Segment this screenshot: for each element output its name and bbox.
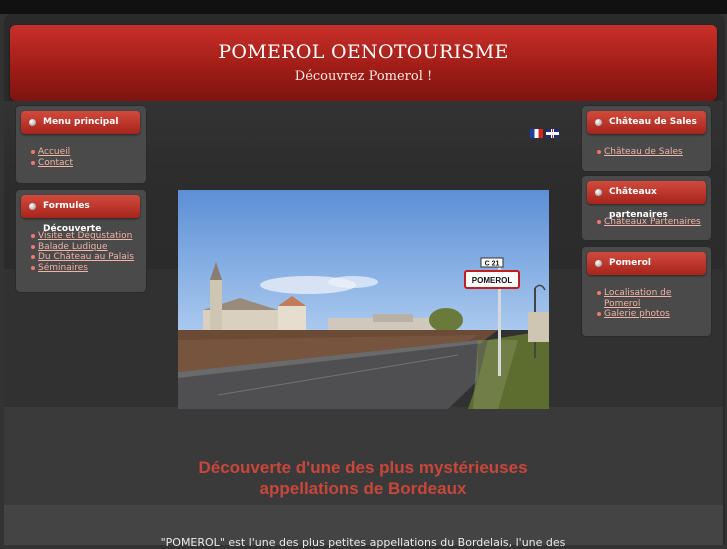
sign-town-label: POMEROL <box>472 276 513 285</box>
link-seminaires[interactable]: Séminaires <box>38 263 88 273</box>
bullet-icon <box>29 203 36 210</box>
menu-principal-module: Menu principal Accueil Contact <box>16 106 146 183</box>
headline-line-2: appellations de Bordeaux <box>259 479 467 498</box>
list-item: Châteaux Partenaires <box>597 217 701 228</box>
headline-line-1: Découverte d'une des plus mystérieuses <box>198 458 528 477</box>
list-item: Contact <box>31 158 73 169</box>
link-chateaux-partenaires[interactable]: Châteaux Partenaires <box>604 217 701 227</box>
bullet-icon <box>595 260 602 267</box>
list-item: Balade Ludique <box>31 242 134 253</box>
language-switcher <box>530 129 559 138</box>
module-title: Menu principal <box>21 111 140 134</box>
page-headline: Découverte d'une des plus mystérieuses a… <box>130 457 596 499</box>
menu-link-accueil[interactable]: Accueil <box>38 147 70 157</box>
list-item: Visite et Dégustation <box>31 231 134 242</box>
chateau-de-sales-module: Château de Sales Château de Sales <box>582 106 711 171</box>
site-title: POMEROL OENOTOURISME <box>218 41 509 63</box>
formules-decouverte-module: Formules Découverte Visite et Dégustatio… <box>16 190 146 292</box>
uk-flag-icon[interactable] <box>546 129 559 138</box>
link-chateau-au-palais[interactable]: Du Château au Palais <box>38 252 134 262</box>
link-galerie-photos[interactable]: Galerie photos <box>604 309 670 319</box>
pomerol-village-photo: C 21 POMEROL <box>178 190 549 409</box>
list-item: Château de Sales <box>597 147 683 158</box>
module-title: Pomerol <box>587 252 706 275</box>
chateaux-partenaires-module: Châteaux partenaires Châteaux Partenaire… <box>582 176 711 240</box>
link-visite-degustation[interactable]: Visite et Dégustation <box>38 231 132 241</box>
photo-illustration: C 21 POMEROL <box>178 190 549 409</box>
module-title-text: Châteaux partenaires <box>609 187 668 220</box>
module-title-text: Menu principal <box>43 117 119 127</box>
intro-paragraph: "POMEROL" est l'une des plus petites app… <box>160 536 566 549</box>
sign-route-label: C 21 <box>485 261 500 268</box>
module-title: Formules Découverte <box>21 195 140 234</box>
formules-list: Visite et Dégustation Balade Ludique Du … <box>31 231 134 273</box>
link-chateau-de-sales[interactable]: Château de Sales <box>604 147 683 157</box>
list-item: Du Château au Palais <box>31 252 134 263</box>
browser-top-bar <box>0 0 727 14</box>
list-item: Localisation de Pomerol <box>597 288 687 309</box>
link-localisation-pomerol[interactable]: Localisation de Pomerol <box>604 288 671 309</box>
module-title: Châteaux partenaires <box>587 181 706 220</box>
module-title-text: Formules Découverte <box>43 201 102 234</box>
link-balade-ludique[interactable]: Balade Ludique <box>38 242 108 252</box>
module-title-text: Château de Sales <box>609 117 697 127</box>
bullet-icon <box>29 119 36 126</box>
site-header: POMEROL OENOTOURISME Découvrez Pomerol ! <box>10 25 717 101</box>
bullet-icon <box>595 189 602 196</box>
bullet-icon <box>595 119 602 126</box>
menu-list: Accueil Contact <box>31 147 73 168</box>
partenaires-list: Châteaux Partenaires <box>597 217 701 228</box>
french-flag-icon[interactable] <box>530 129 543 138</box>
sales-list: Château de Sales <box>597 147 683 158</box>
menu-link-contact[interactable]: Contact <box>38 158 73 168</box>
module-title: Château de Sales <box>587 111 706 134</box>
site-slogan: Découvrez Pomerol ! <box>294 69 433 84</box>
list-item: Séminaires <box>31 263 134 274</box>
list-item: Galerie photos <box>597 309 687 320</box>
pomerol-list: Localisation de Pomerol Galerie photos <box>597 288 687 320</box>
pomerol-module: Pomerol Localisation de Pomerol Galerie … <box>582 247 711 336</box>
module-title-text: Pomerol <box>609 258 651 268</box>
list-item: Accueil <box>31 147 73 158</box>
